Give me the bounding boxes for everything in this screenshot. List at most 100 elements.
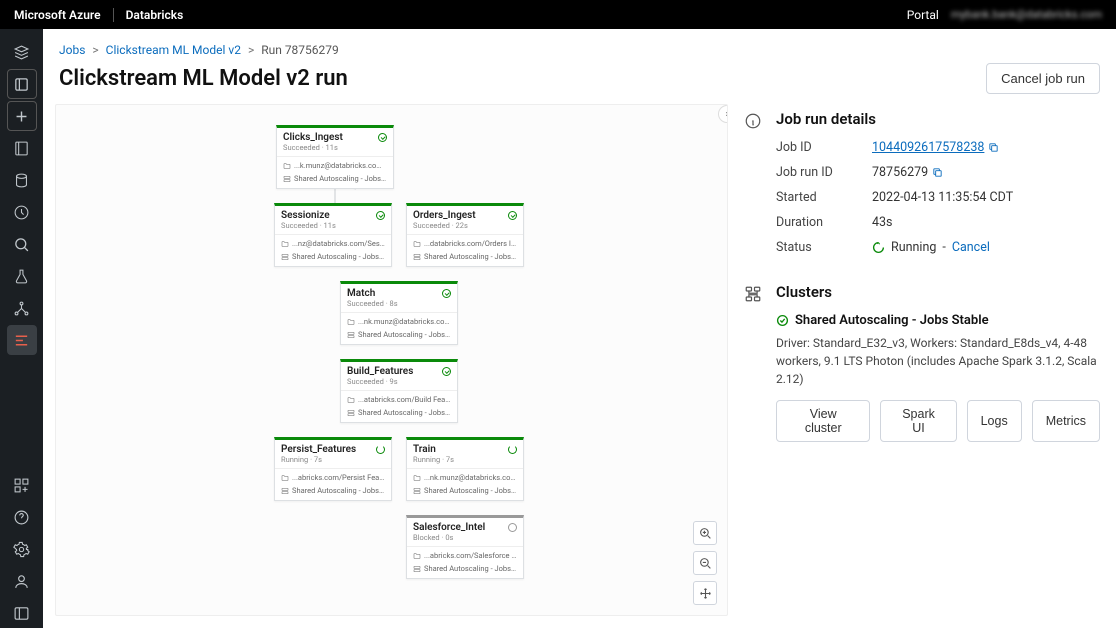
task-name: Persist_Features	[281, 444, 372, 455]
spark-ui-button[interactable]: Spark UI	[880, 400, 956, 442]
task-status-icon	[508, 445, 517, 454]
task-name: Sessionize	[281, 210, 372, 221]
task-card-build[interactable]: Build_FeaturesSucceeded · 9s...atabricks…	[340, 359, 458, 423]
task-notebook-path: ...abricks.com/Salesforce Intel	[407, 546, 523, 562]
task-name: Salesforce_Intel	[413, 522, 504, 533]
panel-toggle-icon[interactable]	[7, 598, 37, 628]
task-status-icon	[508, 211, 517, 220]
job-id-label: Job ID	[776, 140, 872, 155]
task-notebook-path: ...abricks.com/Persist Features	[275, 468, 391, 484]
cluster-description: Driver: Standard_E32_v3, Workers: Standa…	[776, 334, 1100, 388]
cluster-status-icon	[776, 314, 789, 327]
job-id-link[interactable]: 1044092617578238	[872, 140, 984, 155]
cancel-run-link[interactable]: Cancel	[952, 240, 990, 255]
task-status-text: Succeeded · 11s	[277, 143, 393, 156]
task-name: Match	[347, 288, 438, 299]
create-icon[interactable]	[7, 101, 37, 131]
breadcrumb-jobs[interactable]: Jobs	[59, 43, 85, 57]
task-card-persist[interactable]: Persist_FeaturesRunning · 7s...abricks.c…	[274, 437, 392, 501]
task-status-text: Succeeded · 22s	[407, 221, 523, 234]
breadcrumb: Jobs > Clickstream ML Model v2 > Run 787…	[43, 29, 1116, 57]
left-nav-rail	[0, 29, 43, 628]
task-cluster: Shared Autoscaling - Jobs St...	[407, 484, 523, 500]
status-label: Status	[776, 240, 872, 255]
task-status-text: Succeeded · 9s	[341, 377, 457, 390]
task-name: Clicks_Ingest	[283, 132, 374, 143]
task-card-salesforce[interactable]: Salesforce_IntelBlocked · 0s...abricks.c…	[406, 515, 524, 579]
task-card-train[interactable]: TrainRunning · 7s...nk.munz@databricks.c…	[406, 437, 524, 501]
task-card-orders[interactable]: Orders_IngestSucceeded · 22s...databrick…	[406, 203, 524, 267]
task-name: Train	[413, 444, 504, 455]
cancel-job-run-button[interactable]: Cancel job run	[986, 63, 1100, 94]
partner-icon[interactable]	[7, 470, 37, 500]
user-email[interactable]: mybank.bank@databricks.com	[951, 8, 1102, 21]
task-notebook-path: ...nz@databricks.com/Sessionize	[275, 234, 391, 250]
info-icon	[744, 112, 762, 134]
portal-link[interactable]: Portal	[907, 8, 939, 22]
started-label: Started	[776, 190, 872, 205]
task-status-text: Succeeded · 11s	[275, 221, 391, 234]
task-notebook-path: ...databricks.com/Orders Ingest	[407, 234, 523, 250]
jobs-icon[interactable]	[7, 325, 37, 355]
settings-icon[interactable]	[7, 534, 37, 564]
task-notebook-path: ...k.munz@databricks.com/Ingest	[277, 156, 393, 172]
breadcrumb-current: Run 78756279	[261, 43, 339, 57]
repos-icon[interactable]	[7, 133, 37, 163]
task-name: Orders_Ingest	[413, 210, 504, 221]
zoom-out-icon[interactable]	[693, 551, 717, 575]
task-status-icon	[442, 367, 451, 376]
cluster-icon	[744, 285, 762, 307]
task-cluster: Shared Autoscaling - Jobs St...	[277, 172, 393, 188]
details-panel: Job run details Job ID 1044092617578238 …	[744, 104, 1104, 616]
details-heading: Job run details	[776, 110, 1100, 128]
task-name: Build_Features	[347, 366, 438, 377]
task-status-text: Succeeded · 8s	[341, 299, 457, 312]
task-cluster: Shared Autoscaling - Jobs St...	[275, 484, 391, 500]
run-id-value: 78756279	[872, 165, 928, 180]
task-status-text: Running · 7s	[275, 455, 391, 468]
workspace-icon[interactable]	[7, 69, 37, 99]
clusters-heading: Clusters	[776, 283, 1100, 301]
databricks-logo-icon[interactable]	[7, 37, 37, 67]
user-icon[interactable]	[7, 566, 37, 596]
task-status-text: Blocked · 0s	[407, 533, 523, 546]
task-card-match[interactable]: MatchSucceeded · 8s...nk.munz@databricks…	[340, 281, 458, 345]
pan-icon[interactable]	[693, 581, 717, 605]
duration-value: 43s	[872, 215, 1100, 230]
help-icon[interactable]	[7, 502, 37, 532]
task-notebook-path: ...atabricks.com/Build Features	[341, 390, 457, 406]
brand-divider	[113, 8, 114, 22]
duration-label: Duration	[776, 215, 872, 230]
zoom-controls	[693, 521, 717, 605]
task-status-icon	[442, 289, 451, 298]
task-cluster: Shared Autoscaling - Jobs St...	[341, 328, 457, 344]
task-status-text: Running · 7s	[407, 455, 523, 468]
data-icon[interactable]	[7, 165, 37, 195]
metrics-button[interactable]: Metrics	[1032, 400, 1100, 442]
view-cluster-button[interactable]: View cluster	[776, 400, 870, 442]
search-icon[interactable]	[7, 229, 37, 259]
cluster-name: Shared Autoscaling - Jobs Stable	[795, 313, 989, 328]
task-cluster: Shared Autoscaling - Jobs St...	[407, 562, 523, 578]
brand-azure: Microsoft Azure	[14, 8, 101, 22]
zoom-in-icon[interactable]	[693, 521, 717, 545]
copy-job-id-icon[interactable]	[988, 142, 999, 153]
task-cluster: Shared Autoscaling - Jobs St...	[341, 406, 457, 422]
brand-databricks: Databricks	[126, 8, 184, 22]
task-cluster: Shared Autoscaling - Jobs St...	[275, 250, 391, 266]
page-title: Clickstream ML Model v2 run	[59, 66, 348, 91]
task-card-clicks[interactable]: Clicks_IngestSucceeded · 11s...k.munz@da…	[276, 125, 394, 189]
status-value: Running	[891, 240, 936, 255]
task-status-icon	[378, 133, 387, 142]
logs-button[interactable]: Logs	[967, 400, 1022, 442]
copy-run-id-icon[interactable]	[932, 167, 943, 178]
task-notebook-path: ...nk.munz@databricks.com/Match	[341, 312, 457, 328]
task-status-icon	[376, 445, 385, 454]
experiments-icon[interactable]	[7, 261, 37, 291]
task-card-sessionize[interactable]: SessionizeSucceeded · 11s...nz@databrick…	[274, 203, 392, 267]
breadcrumb-job-name[interactable]: Clickstream ML Model v2	[106, 43, 241, 57]
top-bar: Microsoft Azure Databricks Portal mybank…	[0, 0, 1116, 29]
models-icon[interactable]	[7, 293, 37, 323]
task-status-icon	[508, 523, 517, 532]
recents-icon[interactable]	[7, 197, 37, 227]
